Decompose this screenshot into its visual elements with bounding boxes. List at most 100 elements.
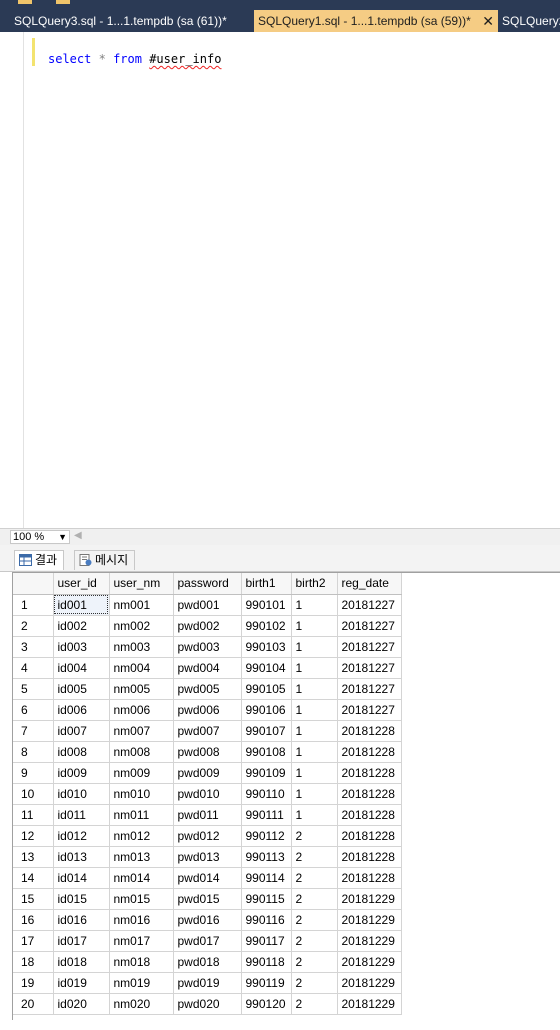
cell-birth2[interactable]: 1 bbox=[291, 804, 338, 826]
cell-reg-date[interactable]: 20181227 bbox=[337, 657, 402, 679]
cell-user-id[interactable]: id020 bbox=[53, 993, 110, 1015]
cell-password[interactable]: pwd018 bbox=[173, 951, 242, 973]
cell-user-nm[interactable]: nm010 bbox=[109, 783, 174, 805]
cell-password[interactable]: pwd003 bbox=[173, 636, 242, 658]
cell-user-id[interactable]: id017 bbox=[53, 930, 110, 952]
cell-password[interactable]: pwd005 bbox=[173, 678, 242, 700]
table-row[interactable]: 16 id016 nm016 pwd016 990116 2 20181229 bbox=[13, 909, 402, 931]
cell-birth2[interactable]: 2 bbox=[291, 909, 338, 931]
column-header-birth1[interactable]: birth1 bbox=[241, 573, 292, 595]
tab-messages[interactable]: 메시지 bbox=[74, 550, 136, 570]
row-number[interactable]: 6 bbox=[13, 699, 54, 721]
cell-user-id[interactable]: id007 bbox=[53, 720, 110, 742]
cell-reg-date[interactable]: 20181228 bbox=[337, 762, 402, 784]
cell-reg-date[interactable]: 20181228 bbox=[337, 825, 402, 847]
cell-user-nm[interactable]: nm009 bbox=[109, 762, 174, 784]
cell-reg-date[interactable]: 20181229 bbox=[337, 909, 402, 931]
table-row[interactable]: 17 id017 nm017 pwd017 990117 2 20181229 bbox=[13, 930, 402, 952]
cell-user-id[interactable]: id019 bbox=[53, 972, 110, 994]
cell-birth2[interactable]: 2 bbox=[291, 825, 338, 847]
cell-password[interactable]: pwd012 bbox=[173, 825, 242, 847]
cell-password[interactable]: pwd013 bbox=[173, 846, 242, 868]
cell-birth1[interactable]: 990118 bbox=[241, 951, 292, 973]
cell-birth2[interactable]: 2 bbox=[291, 993, 338, 1015]
cell-user-id[interactable]: id008 bbox=[53, 741, 110, 763]
cell-birth2[interactable]: 1 bbox=[291, 678, 338, 700]
cell-birth1[interactable]: 990117 bbox=[241, 930, 292, 952]
table-row[interactable]: 20 id020 nm020 pwd020 990120 2 20181229 bbox=[13, 993, 402, 1015]
cell-birth1[interactable]: 990112 bbox=[241, 825, 292, 847]
zoom-select[interactable]: 100 % ▼ bbox=[10, 530, 70, 544]
row-number[interactable]: 3 bbox=[13, 636, 54, 658]
cell-birth2[interactable]: 1 bbox=[291, 783, 338, 805]
cell-reg-date[interactable]: 20181227 bbox=[337, 699, 402, 721]
cell-reg-date[interactable]: 20181228 bbox=[337, 741, 402, 763]
table-row[interactable]: 5 id005 nm005 pwd005 990105 1 20181227 bbox=[13, 678, 402, 700]
cell-birth2[interactable]: 1 bbox=[291, 594, 338, 616]
row-number[interactable]: 20 bbox=[13, 993, 54, 1015]
cell-password[interactable]: pwd006 bbox=[173, 699, 242, 721]
cell-reg-date[interactable]: 20181227 bbox=[337, 678, 402, 700]
cell-user-nm[interactable]: nm002 bbox=[109, 615, 174, 637]
cell-birth1[interactable]: 990103 bbox=[241, 636, 292, 658]
cell-birth1[interactable]: 990109 bbox=[241, 762, 292, 784]
row-number[interactable]: 4 bbox=[13, 657, 54, 679]
cell-reg-date[interactable]: 20181228 bbox=[337, 867, 402, 889]
tab-sqlquery1[interactable]: SQLQuery1.sql - 1...1.tempdb (sa (59))* … bbox=[254, 10, 498, 32]
cell-user-id[interactable]: id005 bbox=[53, 678, 110, 700]
table-row[interactable]: 18 id018 nm018 pwd018 990118 2 20181229 bbox=[13, 951, 402, 973]
cell-user-nm[interactable]: nm013 bbox=[109, 846, 174, 868]
cell-user-id[interactable]: id003 bbox=[53, 636, 110, 658]
cell-birth2[interactable]: 2 bbox=[291, 930, 338, 952]
cell-user-id[interactable]: id011 bbox=[53, 804, 110, 826]
cell-user-id[interactable]: id015 bbox=[53, 888, 110, 910]
cell-user-nm[interactable]: nm016 bbox=[109, 909, 174, 931]
cell-reg-date[interactable]: 20181229 bbox=[337, 951, 402, 973]
cell-user-id[interactable]: id018 bbox=[53, 951, 110, 973]
row-number[interactable]: 8 bbox=[13, 741, 54, 763]
column-header-user-id[interactable]: user_id bbox=[53, 573, 110, 595]
cell-password[interactable]: pwd020 bbox=[173, 993, 242, 1015]
cell-reg-date[interactable]: 20181228 bbox=[337, 846, 402, 868]
cell-reg-date[interactable]: 20181227 bbox=[337, 594, 402, 616]
table-row[interactable]: 3 id003 nm003 pwd003 990103 1 20181227 bbox=[13, 636, 402, 658]
table-row[interactable]: 12 id012 nm012 pwd012 990112 2 20181228 bbox=[13, 825, 402, 847]
cell-birth1[interactable]: 990105 bbox=[241, 678, 292, 700]
sql-line[interactable]: select * from #user_info bbox=[48, 52, 221, 66]
cell-reg-date[interactable]: 20181228 bbox=[337, 783, 402, 805]
cell-birth1[interactable]: 990113 bbox=[241, 846, 292, 868]
close-icon[interactable]: ✕ bbox=[482, 10, 494, 32]
cell-password[interactable]: pwd004 bbox=[173, 657, 242, 679]
row-number[interactable]: 15 bbox=[13, 888, 54, 910]
cell-birth2[interactable]: 2 bbox=[291, 888, 338, 910]
cell-reg-date[interactable]: 20181229 bbox=[337, 888, 402, 910]
table-row[interactable]: 7 id007 nm007 pwd007 990107 1 20181228 bbox=[13, 720, 402, 742]
row-number[interactable]: 11 bbox=[13, 804, 54, 826]
scroll-left-icon[interactable]: ◀ bbox=[74, 530, 82, 541]
table-row[interactable]: 13 id013 nm013 pwd013 990113 2 20181228 bbox=[13, 846, 402, 868]
cell-birth1[interactable]: 990101 bbox=[241, 594, 292, 616]
column-header-user-nm[interactable]: user_nm bbox=[109, 573, 174, 595]
cell-birth2[interactable]: 1 bbox=[291, 741, 338, 763]
cell-birth1[interactable]: 990104 bbox=[241, 657, 292, 679]
cell-password[interactable]: pwd009 bbox=[173, 762, 242, 784]
cell-user-id[interactable]: id009 bbox=[53, 762, 110, 784]
row-number[interactable]: 7 bbox=[13, 720, 54, 742]
row-number[interactable]: 13 bbox=[13, 846, 54, 868]
row-number[interactable]: 18 bbox=[13, 951, 54, 973]
cell-user-id[interactable]: id012 bbox=[53, 825, 110, 847]
cell-birth1[interactable]: 990114 bbox=[241, 867, 292, 889]
cell-birth2[interactable]: 2 bbox=[291, 951, 338, 973]
row-number[interactable]: 10 bbox=[13, 783, 54, 805]
row-number[interactable]: 19 bbox=[13, 972, 54, 994]
row-number[interactable]: 14 bbox=[13, 867, 54, 889]
cell-birth1[interactable]: 990116 bbox=[241, 909, 292, 931]
cell-user-nm[interactable]: nm012 bbox=[109, 825, 174, 847]
cell-user-nm[interactable]: nm020 bbox=[109, 993, 174, 1015]
tab-sqlquery3[interactable]: SQLQuery3.sql - 1...1.tempdb (sa (61))* bbox=[0, 10, 252, 32]
cell-user-nm[interactable]: nm006 bbox=[109, 699, 174, 721]
table-row[interactable]: 14 id014 nm014 pwd014 990114 2 20181228 bbox=[13, 867, 402, 889]
tab-sqlquery2[interactable]: SQLQuery2 bbox=[498, 10, 560, 32]
cell-birth1[interactable]: 990119 bbox=[241, 972, 292, 994]
row-number[interactable]: 1 bbox=[13, 594, 54, 616]
